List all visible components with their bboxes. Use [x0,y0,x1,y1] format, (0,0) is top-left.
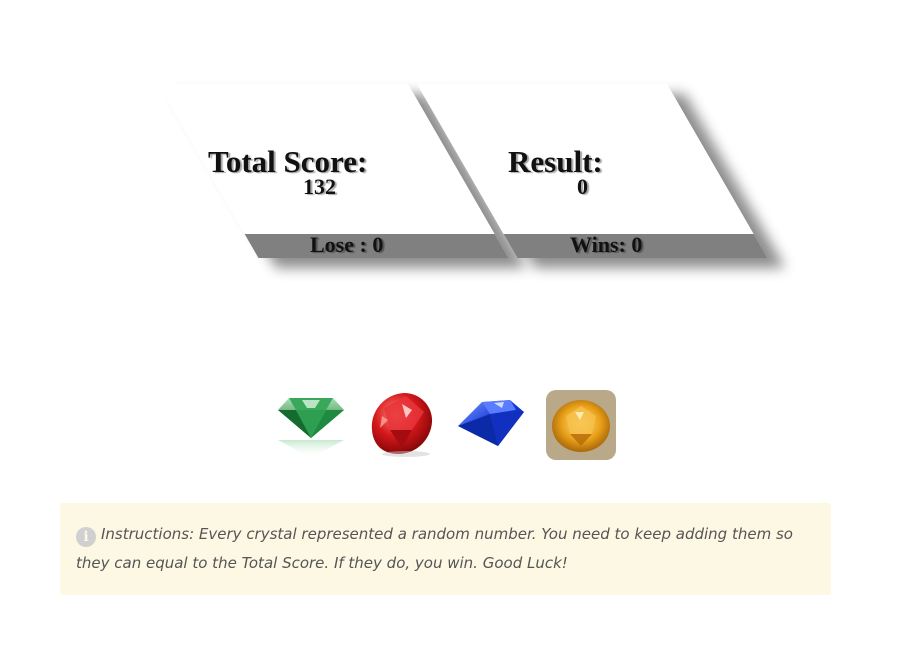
topaz-gem-icon [546,390,616,460]
wins-counter: Wins: 0 [570,232,643,257]
topaz-crystal-button[interactable] [546,390,616,460]
result-label: Result: [508,144,603,179]
result-card: Result: 0 Wins: 0 [417,84,768,258]
sapphire-crystal-button[interactable] [456,390,526,460]
info-icon: i [76,527,96,547]
crystal-row [276,390,616,462]
total-score-label: Total Score: [208,144,368,179]
result-value: 0 [577,174,588,199]
losses-counter: Lose : 0 [310,232,384,257]
instructions-panel: i Instructions: Every crystal represented… [60,503,831,595]
sapphire-gem-icon [458,400,524,446]
total-score-value: 132 [303,174,336,199]
ruby-crystal-button[interactable] [366,390,436,460]
instructions-text: Instructions: Every crystal represented … [76,525,793,572]
emerald-crystal-button[interactable] [276,390,346,460]
emerald-gem-icon [278,398,344,458]
ruby-gem-icon [371,393,433,457]
